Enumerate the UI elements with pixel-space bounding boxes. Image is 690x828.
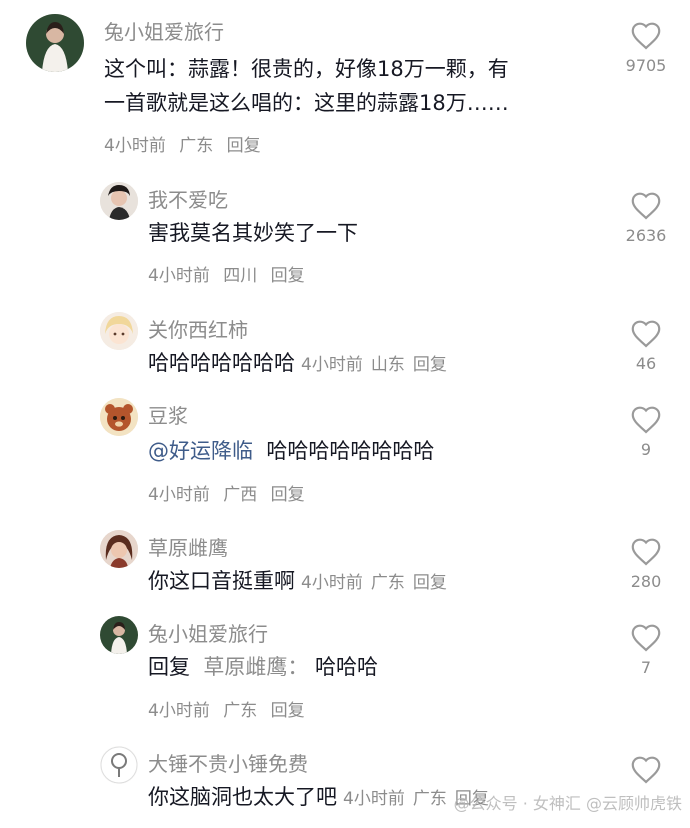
- comment-text-content: 哈哈哈哈哈哈哈哈: [266, 439, 435, 463]
- comment-username[interactable]: 大锤不贵小锤免费: [148, 748, 308, 777]
- comment-username[interactable]: 兔小姐爱旅行: [104, 16, 224, 45]
- comment-location: 四川: [223, 266, 258, 286]
- like-button[interactable]: 46: [616, 318, 676, 373]
- comment-location: 广西: [223, 485, 258, 505]
- comment-location: 山东: [370, 355, 405, 375]
- avatar[interactable]: [100, 312, 138, 350]
- comment-item: 关你西红柿 哈哈哈哈哈哈哈 4小时前 山东 回复 46: [0, 310, 690, 390]
- comment-meta: 4小时前 山东 回复: [301, 355, 455, 375]
- comment-time: 4小时前: [301, 355, 363, 375]
- comment-time: 4小时前: [148, 485, 210, 505]
- reply-button[interactable]: 回复: [413, 573, 447, 593]
- comment-time: 4小时前: [148, 266, 210, 286]
- comment-item: 兔小姐爱旅行 回复 草原雌鹰： 哈哈哈 4小时前 广东 回复 7: [0, 614, 690, 724]
- like-count: 280: [630, 572, 662, 591]
- mention-link[interactable]: @好运降临: [148, 439, 253, 463]
- like-count: 9705: [625, 56, 667, 75]
- comment-item: 草原雌鹰 你这口音挺重啊 4小时前 广东 回复 280: [0, 528, 690, 608]
- comment-location: 广东: [223, 701, 258, 721]
- reply-button[interactable]: 回复: [227, 136, 261, 156]
- like-button[interactable]: 9705: [616, 20, 676, 75]
- comment-username[interactable]: 草原雌鹰: [148, 532, 228, 561]
- reply-target-user[interactable]: 草原雌鹰：: [203, 655, 308, 679]
- comment-text-line2: 一首歌就是这么唱的：这里的蒜露18万……: [104, 91, 509, 115]
- reply-button[interactable]: 回复: [271, 701, 305, 721]
- comment-time: 4小时前: [343, 789, 405, 809]
- comment-time: 4小时前: [104, 136, 166, 156]
- avatar[interactable]: [100, 616, 138, 654]
- like-button[interactable]: 2636: [616, 190, 676, 245]
- comment-location: 广东: [412, 789, 447, 809]
- reply-prefix: 回复: [148, 655, 190, 679]
- comment-username[interactable]: 我不爱吃: [148, 184, 228, 213]
- comment-location: 广东: [179, 136, 214, 156]
- heart-icon: [631, 756, 661, 784]
- like-button[interactable]: 280: [616, 536, 676, 591]
- comment-text: 回复 草原雌鹰： 哈哈哈: [148, 650, 378, 684]
- avatar[interactable]: [100, 398, 138, 436]
- comment-text: @好运降临 哈哈哈哈哈哈哈哈: [148, 434, 434, 468]
- comment-text-content: 你这脑洞也太大了吧: [148, 785, 337, 809]
- comment-text-content: 你这口音挺重啊: [148, 569, 295, 593]
- heart-icon: [631, 192, 661, 220]
- comment-meta: 4小时前 四川 回复: [148, 261, 313, 286]
- comment-text-line1: 这个叫：蒜露！很贵的，好像18万一颗，有: [104, 57, 509, 81]
- like-button[interactable]: 7: [616, 622, 676, 677]
- comment-time: 4小时前: [148, 701, 210, 721]
- like-button[interactable]: [616, 754, 676, 784]
- heart-icon: [631, 624, 661, 652]
- comment-text-content: 哈哈哈哈哈哈哈: [148, 351, 295, 375]
- comment-time: 4小时前: [301, 573, 363, 593]
- comment-username[interactable]: 关你西红柿: [148, 314, 248, 343]
- avatar[interactable]: [26, 14, 84, 72]
- watermark: @公众号 · 女神汇 @云顾帅虎铁: [453, 794, 682, 813]
- comment-meta: 4小时前 广东 回复: [301, 573, 455, 593]
- comment-text: 你这脑洞也太大了吧 4小时前 广东 回复: [148, 780, 497, 816]
- avatar[interactable]: [100, 530, 138, 568]
- comment-item: 我不爱吃 害我莫名其妙笑了一下 4小时前 四川 回复 2636: [0, 178, 690, 288]
- like-button[interactable]: 9: [616, 404, 676, 459]
- comment-item: 兔小姐爱旅行 这个叫：蒜露！很贵的，好像18万一颗，有 一首歌就是这么唱的：这里…: [0, 0, 690, 170]
- avatar[interactable]: [100, 746, 138, 784]
- comment-meta: 4小时前 广西 回复: [148, 480, 313, 505]
- heart-icon: [631, 538, 661, 566]
- comment-meta: 4小时前 广东 回复: [104, 131, 269, 156]
- comment-text: 害我莫名其妙笑了一下: [148, 221, 358, 245]
- heart-icon: [631, 406, 661, 434]
- reply-button[interactable]: 回复: [413, 355, 447, 375]
- like-count: 9: [640, 440, 652, 459]
- like-count: 2636: [625, 226, 667, 245]
- like-count: 46: [635, 354, 657, 373]
- comment-item: 豆浆 @好运降临 哈哈哈哈哈哈哈哈 4小时前 广西 回复 9: [0, 396, 690, 506]
- comment-item: 大锤不贵小锤免费 你这脑洞也太大了吧 4小时前 广东 回复: [0, 742, 690, 828]
- comment-text-content: 哈哈哈: [315, 655, 379, 679]
- comment-username[interactable]: 兔小姐爱旅行: [148, 618, 268, 647]
- comment-location: 广东: [370, 573, 405, 593]
- comment-text: 哈哈哈哈哈哈哈 4小时前 山东 回复: [148, 346, 455, 382]
- comment-username[interactable]: 豆浆: [148, 400, 188, 429]
- comment-meta: 4小时前 广东 回复: [148, 696, 313, 721]
- reply-button[interactable]: 回复: [271, 266, 305, 286]
- heart-icon: [631, 320, 661, 348]
- heart-icon: [631, 22, 661, 50]
- reply-button[interactable]: 回复: [271, 485, 305, 505]
- comment-text: 你这口音挺重啊 4小时前 广东 回复: [148, 564, 455, 600]
- avatar[interactable]: [100, 182, 138, 220]
- like-count: 7: [640, 658, 652, 677]
